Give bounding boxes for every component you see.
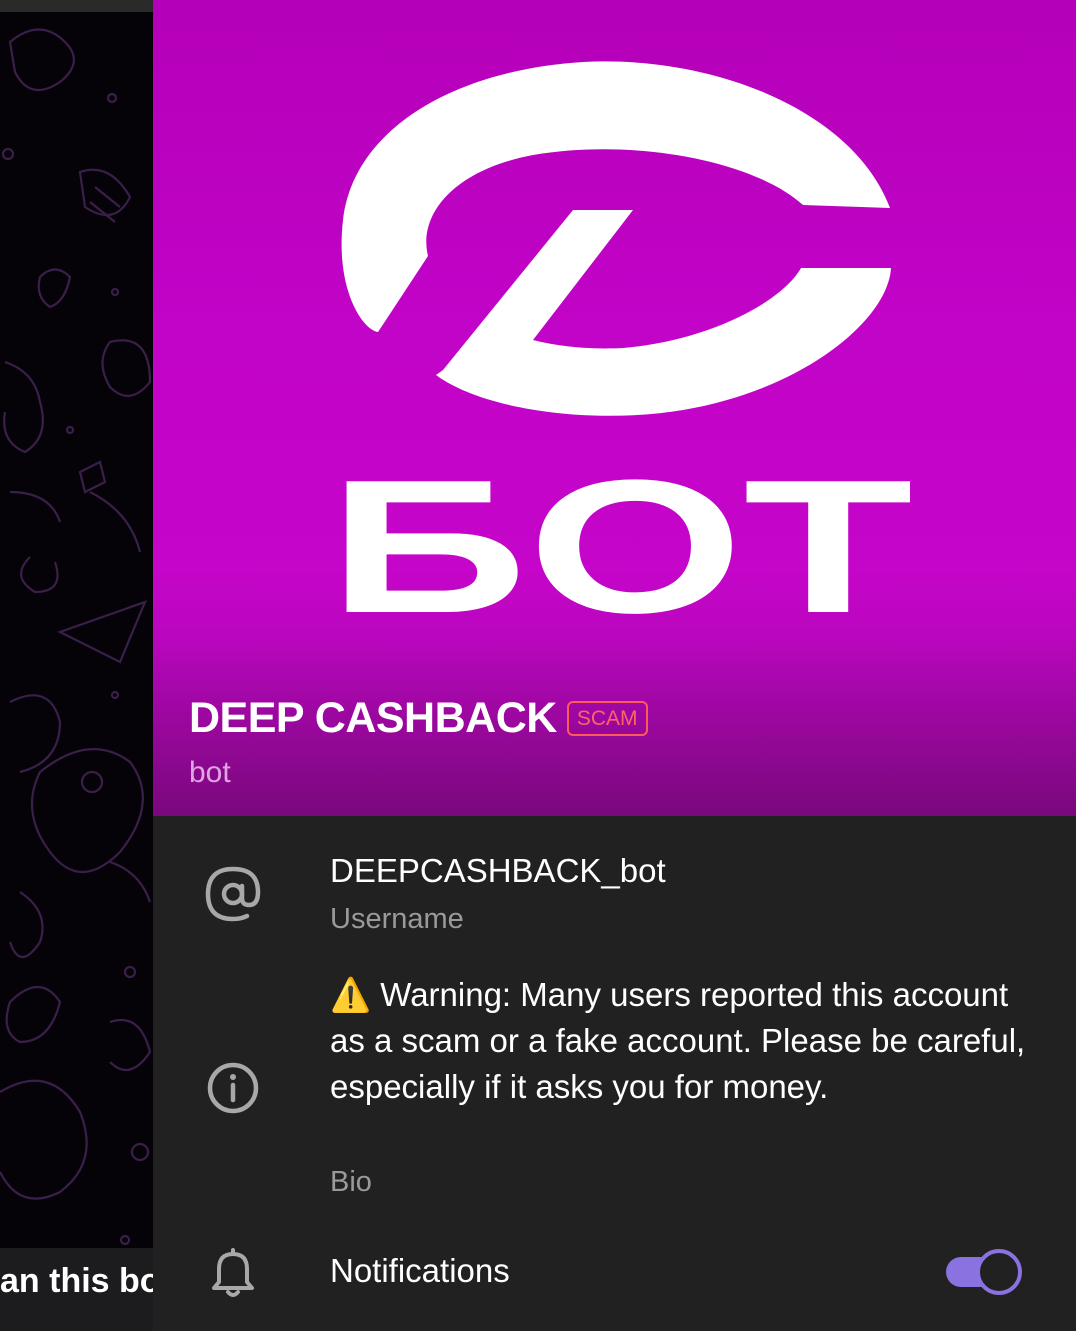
logo-text: БОТ [328, 441, 913, 653]
info-icon [207, 1062, 259, 1114]
chat-background: an this bo [0, 0, 153, 1331]
profile-name: DEEP CASHBACK [189, 694, 557, 742]
profile-panel: БОТ DEEP CASHBACK SCAM bot DEEPCASHBACK_… [153, 0, 1076, 1331]
username-value[interactable]: DEEPCASHBACK_bot [330, 852, 666, 890]
profile-name-row: DEEP CASHBACK SCAM [189, 694, 648, 743]
notifications-label: Notifications [330, 1252, 510, 1289]
chat-action-bar[interactable]: an this bo [0, 1248, 153, 1331]
bio-value[interactable]: ⚠️ Warning: Many users reported this acc… [330, 972, 1030, 1110]
username-label: Username [330, 903, 464, 935]
bio-label: Bio [330, 1166, 372, 1198]
profile-subtitle: bot [189, 756, 231, 789]
chat-top-bar [0, 0, 153, 12]
bell-icon [212, 1248, 254, 1297]
chat-doodle-pattern [0, 28, 152, 1246]
chat-action-text[interactable]: an this bo [0, 1262, 153, 1301]
bio-text: Warning: Many users reported this accoun… [330, 976, 1026, 1105]
notifications-toggle[interactable] [946, 1249, 1022, 1295]
toggle-knob [976, 1249, 1022, 1295]
warning-icon: ⚠️ [330, 976, 372, 1013]
profile-header: БОТ DEEP CASHBACK SCAM bot [153, 0, 1076, 816]
at-icon [205, 866, 261, 922]
scam-badge: SCAM [566, 701, 648, 736]
